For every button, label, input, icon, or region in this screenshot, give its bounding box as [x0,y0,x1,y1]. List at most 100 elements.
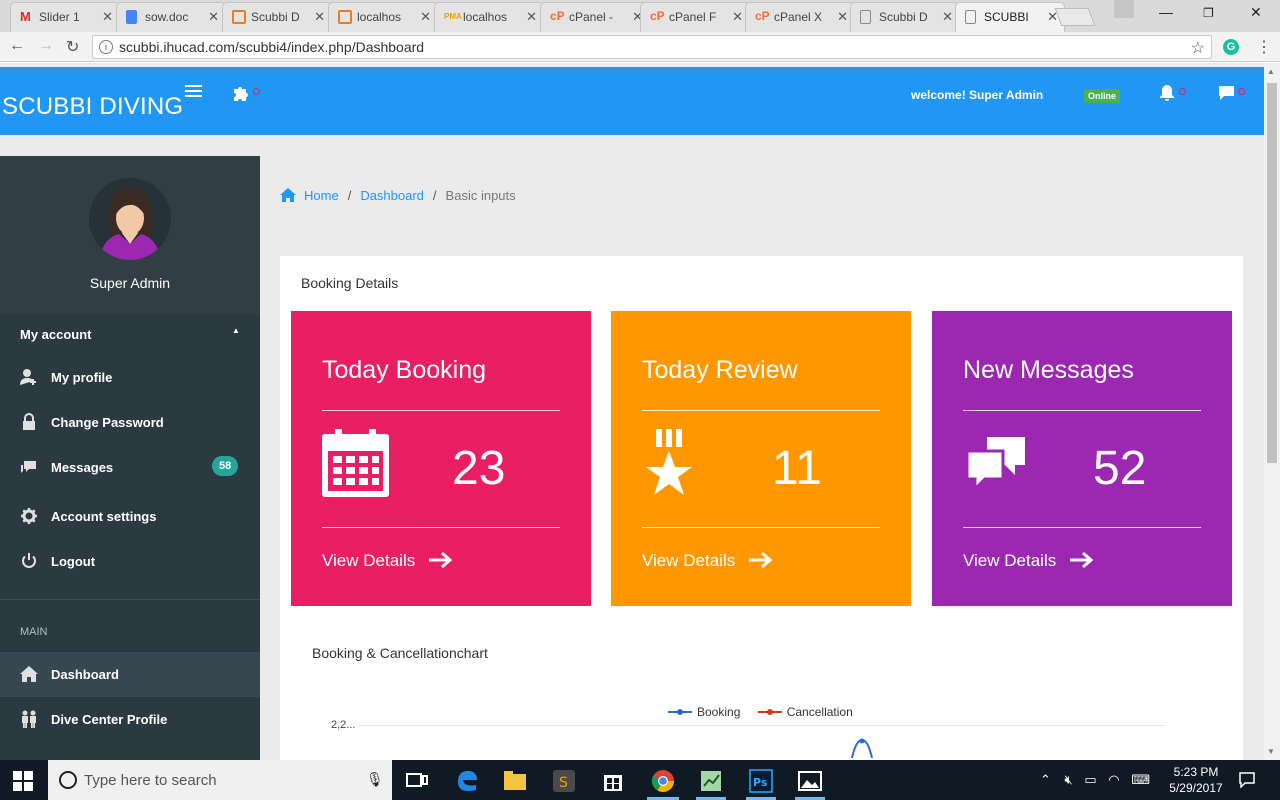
arrow-right-icon[interactable] [429,551,453,569]
chart-legend: Booking Cancellation [668,705,867,719]
sidebar-item-dive-center-profile[interactable]: Dive Center Profile [0,697,260,742]
chrome-icon[interactable] [650,768,676,794]
sidebar-item-dashboard[interactable]: Dashboard [0,652,260,697]
view-details-link[interactable]: View Details [963,551,1056,571]
browser-tab[interactable]: Scubbi D ✕ [850,2,960,32]
menu-icon[interactable]: ⋮ [1256,37,1272,57]
new-tab-button[interactable] [1054,8,1096,26]
power-icon [22,553,36,568]
lock-icon [23,413,35,430]
browser-tab[interactable]: Scubbi D ✕ [222,2,332,32]
pma-icon: PMA [444,12,462,21]
bookmark-star-icon[interactable]: ☆ [1191,38,1205,58]
sidebar-item-logout[interactable]: Logout [0,539,260,584]
divider [322,527,560,528]
task-view-icon[interactable] [404,768,430,794]
spreadsheet-icon[interactable] [698,768,724,794]
messages-count-badge: 58 [212,456,239,476]
edge-icon[interactable] [454,768,480,794]
windows-start-icon[interactable] [13,771,33,791]
close-icon[interactable]: ✕ [837,9,848,25]
sidebar-item-account-settings[interactable]: Account settings [0,494,260,539]
browser-tab[interactable]: PMA localhos ✕ [434,2,544,32]
browser-tab[interactable]: cP cPanel X ✕ [745,2,855,32]
legend-item-booking[interactable]: Booking [668,705,740,719]
card-title: Booking Details [301,275,399,291]
sidebar-item-change-password[interactable]: Change Password [0,400,260,445]
browser-tab[interactable]: cP cPanel F ✕ [640,2,750,32]
browser-tab[interactable]: cP cPanel - ✕ [540,2,650,32]
forward-icon[interactable]: → [38,37,54,55]
close-icon[interactable]: ✕ [732,9,743,25]
profile-icon[interactable] [1114,0,1134,18]
browser-tab-active[interactable]: SCUBBI ✕ [955,2,1065,32]
puzzle-icon[interactable] [232,84,250,102]
scroll-up-icon[interactable]: ▲ [1267,67,1275,76]
close-icon[interactable]: ✕ [102,9,113,25]
divider [963,527,1201,528]
scroll-down-icon[interactable]: ▼ [1267,747,1275,756]
close-window-icon[interactable]: ✕ [1250,4,1262,21]
stat-title: New Messages [963,356,1134,384]
battery-icon[interactable]: ▭ [1084,772,1096,787]
bell-icon[interactable] [1159,84,1175,101]
view-details-link[interactable]: View Details [642,551,735,571]
volume-muted-icon[interactable]: 🔇︎ [1065,772,1073,787]
breadcrumb-dashboard-link[interactable]: Dashboard [360,188,424,203]
hamburger-menu-icon[interactable] [185,85,202,99]
breadcrumb-home-link[interactable]: Home [304,188,339,203]
legend-item-cancellation[interactable]: Cancellation [757,705,853,719]
booking-series-line [851,738,873,758]
my-account-toggle[interactable]: My account [20,327,92,342]
info-icon[interactable]: i [99,40,113,54]
page-icon [860,10,871,24]
grammarly-icon[interactable]: G [1223,39,1239,55]
chart-point[interactable] [859,738,865,744]
sidebar-item-my-profile[interactable]: My profile [0,355,260,400]
windows-taskbar: Type here to search 🎙︎ S Ps ⌃ 🔇︎ ▭ ◠ ⌨ 5… [0,760,1280,800]
reload-icon[interactable]: ↻ [66,37,79,57]
caret-up-icon[interactable]: ▲ [232,326,240,335]
close-icon[interactable]: ✕ [420,9,431,25]
store-icon[interactable] [600,768,626,794]
browser-tab-strip: M Slider 1 ✕ sow.doc ✕ Scubbi D ✕ localhos ✕ … [0,0,1280,32]
sidebar: Super Admin My account ▲ My profile Chan… [0,156,260,760]
close-icon[interactable]: ✕ [942,9,953,25]
divider [322,410,560,411]
page-icon [965,10,976,24]
arrow-right-icon[interactable] [749,551,773,569]
close-icon[interactable]: ✕ [526,9,537,25]
chevron-up-icon[interactable]: ⌃ [1040,772,1051,787]
browser-tab[interactable]: localhos ✕ [328,2,438,32]
chat-icon[interactable] [1218,85,1236,101]
chart-gridline [358,725,1166,726]
photoshop-icon[interactable]: Ps [748,768,774,794]
brand-title[interactable]: SCUBBI DIVING [2,93,183,121]
arrow-right-icon[interactable] [1070,551,1094,569]
sidebar-item-messages[interactable]: Messages 58 [0,445,260,490]
view-details-link[interactable]: View Details [322,551,415,571]
minimize-icon[interactable]: — [1159,4,1173,20]
photos-icon[interactable] [797,768,823,794]
browser-tab[interactable]: sow.doc ✕ [116,2,226,32]
microphone-icon[interactable]: 🎙︎ [366,771,384,788]
action-center-icon[interactable] [1239,772,1255,788]
taskbar-clock[interactable]: 5:23 PM 5/29/2017 [1166,764,1226,796]
wifi-icon[interactable]: ◠ [1108,772,1119,787]
browser-tab[interactable]: M Slider 1 ✕ [10,2,120,32]
restore-icon[interactable]: ❐ [1203,6,1214,20]
sidebar-item-label: My profile [51,370,113,385]
file-explorer-icon[interactable] [502,768,528,794]
close-icon[interactable]: ✕ [208,9,219,25]
keyboard-icon[interactable]: ⌨ [1131,772,1150,787]
home-icon[interactable] [280,188,296,202]
close-icon[interactable]: ✕ [314,9,325,25]
url-input[interactable]: i scubbi.ihucad.com/scubbi4/index.php/Da… [92,35,1212,59]
back-icon[interactable]: ← [9,37,25,55]
taskbar-search-input[interactable]: Type here to search 🎙︎ [48,760,392,800]
status-badge: Online [1084,89,1121,103]
page-scrollbar[interactable]: ▲ ▼ [1264,63,1280,760]
sublime-text-icon[interactable]: S [551,768,577,794]
breadcrumb-separator: / [347,188,352,203]
scrollbar-thumb[interactable] [1267,83,1277,463]
